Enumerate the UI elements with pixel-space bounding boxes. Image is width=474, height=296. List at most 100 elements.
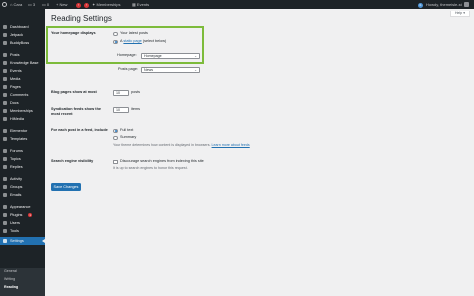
events-icon bbox=[3, 69, 7, 73]
sidebar-item-events[interactable]: Events bbox=[0, 67, 45, 75]
sidebar-item-posts[interactable]: Posts bbox=[0, 51, 45, 59]
sidebar-item-activity[interactable]: Activity bbox=[0, 175, 45, 183]
sidebar-item-topics[interactable]: Topics bbox=[0, 155, 45, 163]
memberships-icon: ✦ bbox=[92, 2, 96, 7]
new-content-link[interactable]: + New bbox=[56, 0, 67, 9]
sidebar-item-label: Tools bbox=[10, 229, 19, 233]
sidebar-item-label: Forums bbox=[10, 149, 23, 153]
sidebar-item-emails[interactable]: Emails bbox=[0, 191, 45, 199]
posts-page-select[interactable]: News ⌄ bbox=[141, 66, 200, 73]
pages-icon bbox=[3, 85, 7, 89]
chevron-down-icon: ⌄ bbox=[194, 67, 197, 72]
dashboard-icon bbox=[3, 25, 7, 29]
account-menu[interactable]: Howdy, themeisle-st bbox=[426, 0, 469, 9]
sidebar-item-pages[interactable]: Pages bbox=[0, 83, 45, 91]
full-text-label: Full text bbox=[120, 128, 134, 132]
sidebar-item-himedia[interactable]: HiMedia bbox=[0, 115, 45, 123]
sidebar-item-label: HiMedia bbox=[10, 117, 24, 121]
forums-icon bbox=[3, 149, 7, 153]
adminbar-events[interactable]: ▦ Events bbox=[132, 0, 149, 9]
items-unit: items bbox=[131, 107, 141, 111]
sidebar-item-label: Comments bbox=[10, 93, 29, 97]
emails-icon bbox=[3, 193, 7, 197]
syndication-label: Syndication feeds show the most recent bbox=[51, 107, 102, 116]
memberships-icon bbox=[3, 109, 7, 113]
updates-count: 0 bbox=[46, 2, 50, 7]
templates-icon bbox=[3, 137, 7, 141]
sidebar-item-label: Appearance bbox=[10, 205, 31, 209]
sidebar-item-label: Media bbox=[10, 77, 21, 81]
sidebar-item-label: Topics bbox=[10, 157, 21, 161]
sidebar-item-label: Settings bbox=[10, 239, 24, 243]
admin-bar: ⌂ Cara ▭ 3 ▭ 0 + New ! ! ✦ Memberships ▦… bbox=[0, 0, 474, 9]
account-greeting: Howdy, themeisle-st bbox=[426, 2, 462, 7]
comments-count: 3 bbox=[32, 2, 36, 7]
comments-link[interactable]: ▭ 3 bbox=[28, 0, 35, 9]
appearance-icon bbox=[3, 205, 7, 209]
posts-page-select-label: Posts page: bbox=[118, 67, 139, 71]
himedia-icon bbox=[3, 117, 7, 121]
radio-full-text[interactable] bbox=[113, 128, 118, 133]
sidebar-item-label: Templates bbox=[10, 137, 28, 141]
sidebar-item-label: Memberships bbox=[10, 109, 33, 113]
sidebar-item-label: Events bbox=[10, 69, 22, 73]
sidebar-item-label: Pages bbox=[10, 85, 21, 89]
sidebar-item-templates[interactable]: Templates bbox=[0, 135, 45, 143]
media-icon bbox=[3, 77, 7, 81]
save-changes-button[interactable]: Save Changes bbox=[51, 183, 81, 191]
submenu-item-reading[interactable]: Reading bbox=[0, 284, 45, 291]
sidebar-item-tools[interactable]: Tools bbox=[0, 227, 45, 235]
settings-icon bbox=[3, 239, 7, 243]
posts-icon bbox=[3, 53, 7, 57]
elementor-icon bbox=[3, 129, 7, 133]
users-icon bbox=[3, 221, 7, 225]
sidebar-item-label: Emails bbox=[10, 193, 22, 197]
feed-note-text: Your theme determines how content is dis… bbox=[113, 143, 212, 147]
notification-badge[interactable]: ! bbox=[84, 0, 89, 9]
posts-page-select-value: News bbox=[144, 67, 153, 72]
discourage-search-label: Discourage search engines from indexing … bbox=[120, 159, 204, 163]
sidebar-item-comments[interactable]: Comments bbox=[0, 91, 45, 99]
feed-content-label: For each post in a feed, include bbox=[51, 128, 108, 132]
sidebar-item-elementor[interactable]: Elementor bbox=[0, 127, 45, 135]
submenu-item-general[interactable]: General bbox=[0, 268, 45, 275]
posts-per-page-input[interactable]: 10 bbox=[113, 89, 129, 96]
updates-link[interactable]: ▭ 0 bbox=[42, 0, 49, 9]
homepage-settings-highlight bbox=[46, 26, 204, 64]
help-tab[interactable]: Help ▾ bbox=[450, 11, 470, 17]
home-icon: ⌂ bbox=[10, 2, 13, 7]
tools-icon bbox=[3, 229, 7, 233]
sidebar-item-dashboard[interactable]: Dashboard bbox=[0, 23, 45, 31]
adminbar-bp-icon[interactable]: b bbox=[418, 0, 423, 9]
notification-icon[interactable]: ! bbox=[76, 0, 81, 9]
sidebar-item-jetpack[interactable]: Jetpack bbox=[0, 31, 45, 39]
sidebar-item-knowledge-base[interactable]: Knowledge Base bbox=[0, 59, 45, 67]
sidebar-item-settings[interactable]: Settings bbox=[0, 237, 45, 245]
radio-summary[interactable] bbox=[113, 135, 118, 140]
posts-unit: posts bbox=[131, 90, 141, 94]
sidebar-item-docs[interactable]: Docs bbox=[0, 99, 45, 107]
sidebar-item-groups[interactable]: Groups bbox=[0, 183, 45, 191]
sidebar-item-label: Replies bbox=[10, 165, 23, 169]
submenu-item-writing[interactable]: Writing bbox=[0, 276, 45, 283]
discourage-search-checkbox[interactable] bbox=[113, 159, 118, 164]
sidebar-item-appearance[interactable]: Appearance bbox=[0, 203, 45, 211]
sidebar-item-forums[interactable]: Forums bbox=[0, 147, 45, 155]
site-name-link[interactable]: ⌂ Cara bbox=[10, 0, 22, 9]
sidebar-item-replies[interactable]: Replies bbox=[0, 163, 45, 171]
feed-items-input[interactable]: 10 bbox=[113, 106, 129, 113]
wordpress-logo-icon[interactable] bbox=[2, 0, 7, 9]
comment-icon: ▭ bbox=[42, 2, 46, 7]
jetpack-icon bbox=[3, 33, 7, 37]
sidebar-item-buddyboss[interactable]: BuddyBoss bbox=[0, 39, 45, 47]
sidebar-item-users[interactable]: Users bbox=[0, 219, 45, 227]
sidebar-item-media[interactable]: Media bbox=[0, 75, 45, 83]
sidebar-item-memberships[interactable]: Memberships bbox=[0, 107, 45, 115]
sidebar-item-label: Activity bbox=[10, 177, 23, 181]
adminbar-memberships[interactable]: ✦ Memberships bbox=[92, 0, 121, 9]
sidebar-item-plugins[interactable]: Plugins 1 bbox=[0, 211, 45, 219]
learn-more-feeds-link[interactable]: Learn more about feeds bbox=[212, 143, 250, 147]
buddyboss-icon bbox=[3, 41, 7, 45]
avatar bbox=[463, 2, 469, 7]
sidebar-item-label: Docs bbox=[10, 101, 19, 105]
